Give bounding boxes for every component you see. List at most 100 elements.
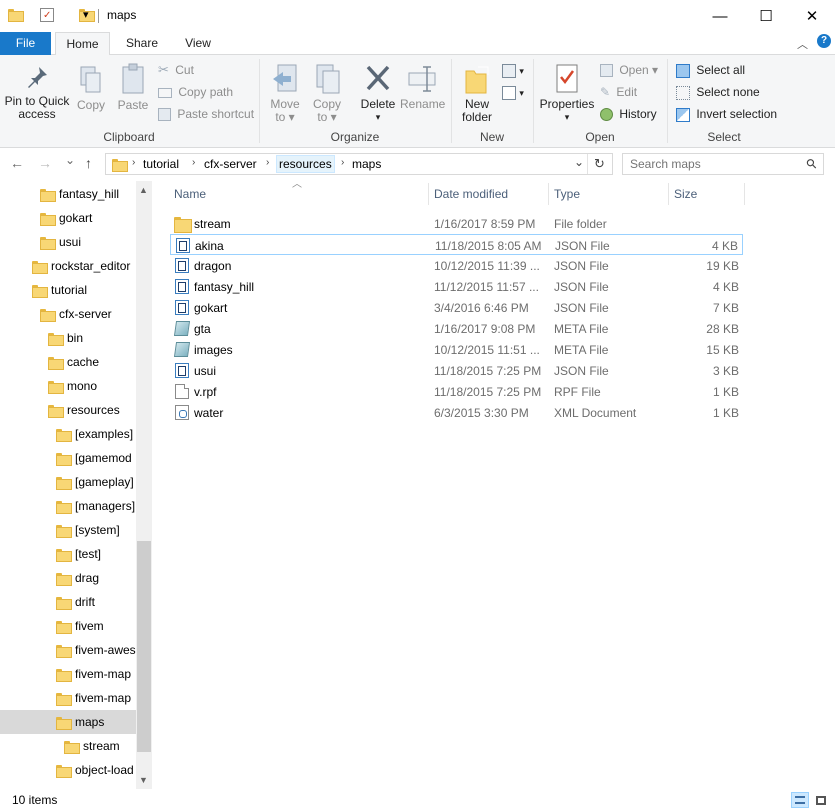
paste-button[interactable]: Paste — [116, 63, 150, 112]
file-type: JSON File — [554, 301, 609, 315]
file-row[interactable]: water 6/3/2015 3:30 PM XML Document 1 KB — [170, 402, 743, 423]
tab-share[interactable]: Share — [115, 32, 169, 55]
open-button[interactable]: Open ▾ — [600, 61, 658, 79]
tree-item[interactable]: usui — [0, 230, 136, 254]
close-button[interactable]: ✕ — [789, 0, 835, 32]
copy-to-button[interactable]: Copy to ▾ — [310, 63, 344, 124]
tree-item[interactable]: [system] — [0, 518, 136, 542]
collapse-ribbon-icon[interactable]: ︿ — [797, 36, 808, 52]
tree-item[interactable]: bin — [0, 326, 136, 350]
forward-button[interactable]: → — [38, 155, 52, 171]
breadcrumb-maps[interactable]: maps — [352, 157, 381, 171]
tree-item[interactable]: cache — [0, 350, 136, 374]
file-row[interactable]: gokart 3/4/2016 6:46 PM JSON File 7 KB — [170, 297, 743, 318]
properties-button[interactable]: Properties ▾ — [538, 63, 596, 124]
navigation-pane-scrollbar[interactable]: ▲ ▼ — [136, 181, 152, 789]
cut-button[interactable]: ✂ Cut — [158, 61, 194, 79]
tree-item[interactable]: maps — [0, 710, 136, 734]
file-row[interactable]: v.rpf 11/18/2015 7:25 PM RPF File 1 KB — [170, 381, 743, 402]
edit-button[interactable]: ✎ Edit — [600, 83, 637, 101]
new-item-button[interactable]: ▾ — [502, 61, 524, 79]
move-to-button[interactable]: Move to ▾ — [268, 63, 302, 124]
tree-item[interactable]: resources — [0, 398, 136, 422]
file-row[interactable]: usui 11/18/2015 7:25 PM JSON File 3 KB — [170, 360, 743, 381]
tab-view[interactable]: View — [172, 32, 224, 55]
easy-access-button[interactable]: ▾ — [502, 83, 524, 101]
breadcrumb-resources[interactable]: resources — [276, 155, 335, 173]
scroll-thumb[interactable] — [137, 541, 151, 752]
paste-shortcut-button[interactable]: Paste shortcut — [158, 105, 254, 123]
column-header-size[interactable]: Size — [668, 181, 744, 207]
folder-icon — [56, 524, 72, 538]
search-icon[interactable]: ⚲ — [803, 155, 821, 173]
scroll-down-button[interactable]: ▼ — [139, 775, 148, 785]
breadcrumb-arrow[interactable]: › — [132, 157, 135, 168]
large-icons-view-button[interactable] — [812, 792, 830, 808]
breadcrumb-cfx-server[interactable]: cfx-server — [204, 157, 257, 171]
tab-file[interactable]: File — [0, 32, 51, 55]
file-row[interactable]: stream 1/16/2017 8:59 PM File folder — [170, 213, 743, 234]
file-type: File folder — [554, 217, 607, 231]
quick-access-dropdown[interactable]: ▾ — [83, 8, 89, 24]
new-folder-button[interactable]: New folder — [456, 63, 498, 124]
minimize-button[interactable]: — — [697, 0, 743, 32]
back-button[interactable]: ← — [10, 155, 24, 171]
history-button[interactable]: History — [600, 105, 657, 123]
tree-item[interactable]: [managers] — [0, 494, 136, 518]
column-header-type[interactable]: Type — [548, 181, 668, 207]
easy-access-icon — [502, 85, 516, 100]
maximize-button[interactable]: ☐ — [743, 0, 789, 32]
address-dropdown-button[interactable]: ⌄ — [574, 155, 584, 169]
breadcrumb-arrow[interactable]: › — [341, 157, 344, 168]
properties-quick-icon[interactable]: ✓ — [40, 8, 54, 22]
tree-item[interactable]: stream — [0, 734, 136, 758]
tree-item[interactable]: fivem-map — [0, 686, 136, 710]
tree-item[interactable]: fivem-awes — [0, 638, 136, 662]
select-all-button[interactable]: Select all — [676, 61, 745, 79]
pin-to-quick-access-button[interactable]: Pin to Quick access — [4, 65, 70, 121]
copy-path-button[interactable]: Copy path — [158, 83, 233, 101]
tree-item[interactable]: fivem-map — [0, 662, 136, 686]
tree-item[interactable]: cfx-server — [0, 302, 136, 326]
file-row[interactable]: akina 11/18/2015 8:05 AM JSON File 4 KB — [170, 234, 743, 255]
search-box[interactable]: ⚲ — [622, 153, 824, 175]
help-icon[interactable]: ? — [817, 34, 831, 48]
tree-item[interactable]: tutorial — [0, 278, 136, 302]
breadcrumb-tutorial[interactable]: tutorial — [143, 157, 179, 171]
column-header-date[interactable]: Date modified — [428, 181, 548, 207]
file-type: JSON File — [554, 364, 609, 378]
address-bar[interactable]: › tutorial › cfx-server › resources › ma… — [105, 153, 613, 175]
file-row[interactable]: gta 1/16/2017 9:08 PM META File 28 KB — [170, 318, 743, 339]
search-input[interactable] — [630, 157, 800, 171]
tree-item[interactable]: gokart — [0, 206, 136, 230]
tree-item[interactable]: [examples] — [0, 422, 136, 446]
file-row[interactable]: images 10/12/2015 11:51 ... META File 15 KB — [170, 339, 743, 360]
tree-item[interactable]: mono — [0, 374, 136, 398]
tab-home[interactable]: Home — [55, 32, 110, 56]
up-button[interactable]: ↑ — [85, 155, 92, 171]
recent-locations-button[interactable]: ⌄ — [65, 153, 75, 167]
select-none-button[interactable]: Select none — [676, 83, 760, 101]
delete-button[interactable]: Delete ▾ — [358, 63, 398, 124]
file-date: 11/18/2015 7:25 PM — [434, 385, 542, 399]
tree-item[interactable]: [gamemod — [0, 446, 136, 470]
tree-item[interactable]: fivem — [0, 614, 136, 638]
tree-item[interactable]: [test] — [0, 542, 136, 566]
file-row[interactable]: fantasy_hill 11/12/2015 11:57 ... JSON Fil… — [170, 276, 743, 297]
details-view-button[interactable] — [791, 792, 809, 808]
copy-button[interactable]: Copy — [74, 65, 108, 112]
column-separator[interactable] — [744, 183, 745, 205]
rename-button[interactable]: Rename — [400, 63, 445, 111]
tree-item[interactable]: [gameplay] — [0, 470, 136, 494]
invert-selection-button[interactable]: Invert selection — [676, 105, 777, 123]
refresh-button[interactable]: ↻ — [594, 156, 605, 172]
tree-item[interactable]: drift — [0, 590, 136, 614]
file-row[interactable]: dragon 10/12/2015 11:39 ... JSON File 19 KB — [170, 255, 743, 276]
breadcrumb-arrow[interactable]: › — [192, 157, 195, 168]
scroll-up-button[interactable]: ▲ — [139, 185, 148, 195]
breadcrumb-arrow[interactable]: › — [266, 157, 269, 168]
tree-item[interactable]: object-load — [0, 758, 136, 782]
tree-item[interactable]: drag — [0, 566, 136, 590]
tree-item[interactable]: fantasy_hill — [0, 182, 136, 206]
tree-item[interactable]: rockstar_editor — [0, 254, 136, 278]
